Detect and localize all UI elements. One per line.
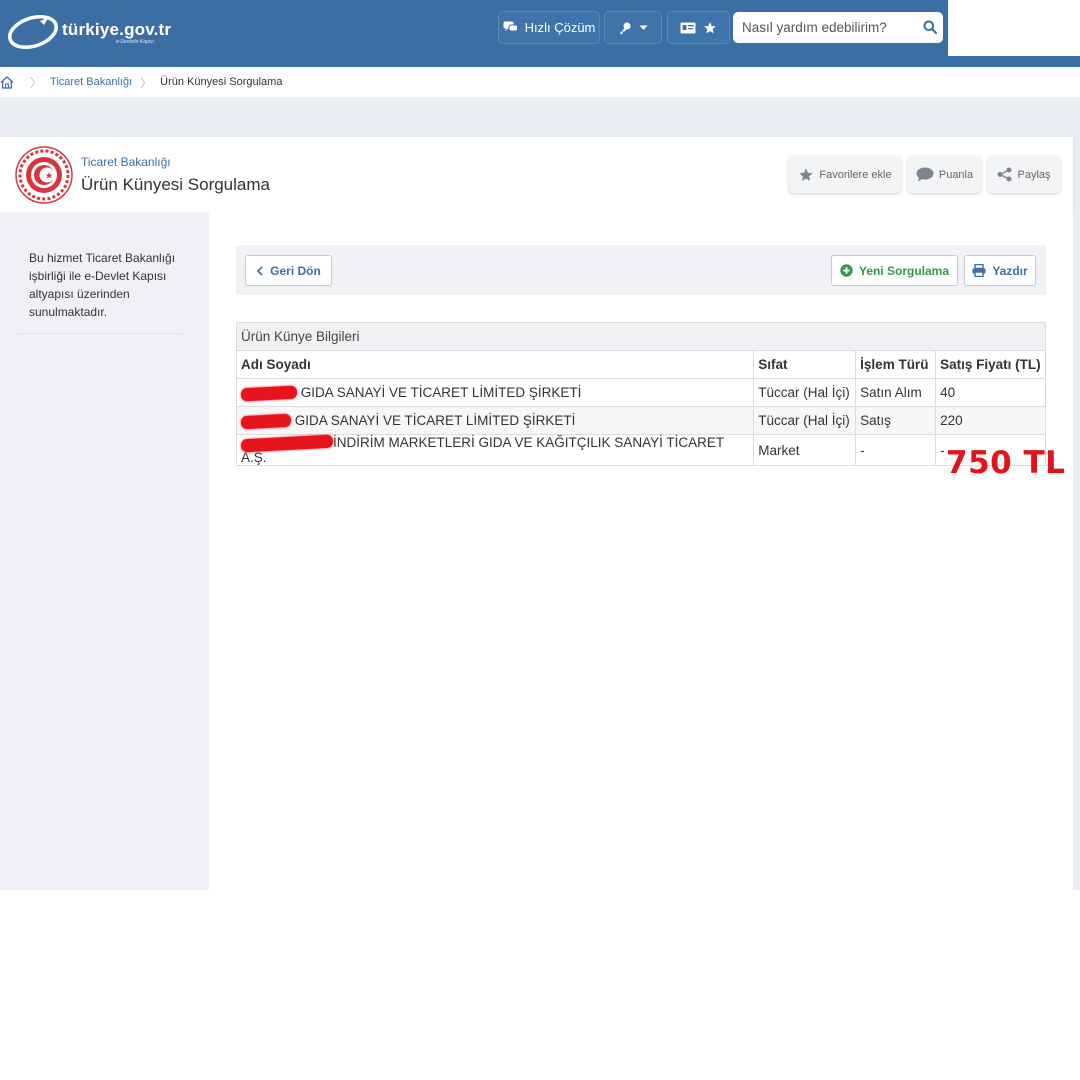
table-row: GIDA SANAYİ VE TİCARET LİMİTED ŞİRKETİ T… — [235, 378, 1046, 407]
add-favorite-button[interactable]: Favorilere ekle — [789, 156, 901, 193]
id-card-icon — [680, 22, 696, 33]
ministry-seal-logo — [15, 146, 73, 204]
home-icon[interactable] — [0, 75, 14, 89]
sidebar-divider — [17, 333, 182, 334]
search-input[interactable] — [742, 20, 912, 35]
print-button[interactable]: Yazdır — [964, 255, 1036, 286]
transaction-cell: Satış — [855, 406, 937, 435]
role-cell: Tüccar (Hal İçi) — [753, 378, 857, 407]
breadcrumb-current: Ürün Künyesi Sorgulama — [160, 76, 283, 88]
header-blank-area — [948, 0, 1080, 56]
main-content — [209, 212, 1073, 890]
service-info-text: Bu hizmet Ticaret Bakanlığı işbirliği il… — [29, 251, 176, 319]
new-query-label: Yeni Sorgulama — [858, 263, 950, 278]
chat-bubbles-icon — [503, 21, 518, 32]
role-cell: Tüccar (Hal İçi) — [753, 406, 857, 435]
company-name: GIDA SANAYİ VE TİCARET LİMİTED ŞİRKETİ — [294, 413, 576, 428]
plus-circle-icon — [840, 264, 853, 277]
breadcrumb-separator-icon: 〉 — [30, 75, 43, 90]
share-label: Paylaş — [1017, 168, 1051, 181]
company-name: GIDA SANAYİ VE TİCARET LİMİTED ŞİRKETİ — [300, 385, 582, 400]
print-label: Yazdır — [992, 263, 1028, 278]
key-icon — [620, 22, 631, 34]
rate-label: Puanla — [938, 168, 974, 181]
share-button[interactable]: Paylaş — [988, 156, 1060, 193]
search-icon[interactable] — [923, 20, 937, 34]
table-row: İNDİRİM MARKETLERİ GIDA VE KAĞITÇILIK SA… — [235, 434, 1046, 466]
add-favorite-label: Favorilere ekle — [819, 168, 892, 181]
quick-solution-label: Hızlı Çözüm — [524, 20, 596, 35]
quick-solution-button[interactable]: Hızlı Çözüm — [498, 11, 600, 44]
column-header: Sıfat — [753, 350, 857, 379]
name-cell: GIDA SANAYİ VE TİCARET LİMİTED ŞİRKETİ — [235, 406, 755, 435]
product-tag-table: Ürün Künye Bilgileri Adı Soyadı Sıfat İş… — [235, 322, 1046, 466]
new-query-button[interactable]: Yeni Sorgulama — [831, 255, 958, 286]
price-cell: 220 — [935, 406, 1046, 435]
login-dropdown-button[interactable] — [604, 11, 662, 44]
name-cell: GIDA SANAYİ VE TİCARET LİMİTED ŞİRKETİ — [235, 378, 755, 407]
rate-button[interactable]: Puanla — [908, 156, 981, 193]
chevron-left-icon — [257, 265, 263, 276]
role-cell: Market — [753, 434, 857, 466]
header-strip — [948, 56, 1080, 67]
back-label: Geri Dön — [270, 263, 321, 278]
logo-swoosh-icon — [8, 15, 58, 49]
account-favorites-button[interactable] — [667, 11, 730, 44]
price-annotation: 750 TL — [946, 445, 1066, 481]
redaction-mark — [240, 385, 298, 402]
column-header: Satış Fiyatı (TL) — [935, 350, 1046, 379]
logo-text: türkiye.gov.tr — [62, 20, 172, 39]
table-header-row: Adı Soyadı Sıfat İşlem Türü Satış Fiyatı… — [235, 350, 1046, 379]
transaction-cell: Satın Alım — [855, 378, 937, 407]
turkiye-gov-logo[interactable]: türkiye.gov.tr e-Devletin Kapısı — [6, 9, 191, 53]
redaction-mark — [240, 413, 292, 430]
star-icon — [704, 21, 716, 33]
speech-bubble-icon — [916, 167, 934, 182]
table-row: GIDA SANAYİ VE TİCARET LİMİTED ŞİRKETİ T… — [235, 406, 1046, 435]
page-title-card: Ticaret Bakanlığı Ürün Künyesi Sorgulama… — [0, 137, 1073, 212]
star-icon — [799, 167, 814, 181]
logo-tagline: e-Devletin Kapısı — [116, 39, 155, 45]
column-header: İşlem Türü — [855, 350, 937, 379]
back-button[interactable]: Geri Dön — [245, 255, 332, 286]
department-name[interactable]: Ticaret Bakanlığı — [81, 155, 171, 169]
breadcrumb: 〉 Ticaret Bakanlığı 〉 Ürün Künyesi Sorgu… — [0, 67, 1073, 97]
column-header: Adı Soyadı — [235, 350, 755, 379]
price-cell: 40 — [935, 378, 1046, 407]
table-caption: Ürün Künye Bilgileri — [236, 322, 1046, 351]
page-title: Ürün Künyesi Sorgulama — [81, 175, 270, 194]
share-icon — [997, 167, 1012, 182]
breadcrumb-separator-icon: 〉 — [140, 75, 153, 90]
transaction-cell: - — [855, 434, 937, 466]
redaction-mark — [240, 434, 334, 453]
search-box[interactable] — [733, 12, 943, 43]
chevron-down-icon — [639, 25, 648, 30]
breadcrumb-link-ministry[interactable]: Ticaret Bakanlığı — [50, 76, 132, 88]
table-caption-row: Ürün Künye Bilgileri — [236, 322, 1046, 351]
name-cell: İNDİRİM MARKETLERİ GIDA VE KAĞITÇILIK SA… — [235, 434, 755, 466]
printer-icon — [972, 264, 986, 277]
sidebar: Bu hizmet Ticaret Bakanlığı işbirliği il… — [0, 212, 209, 890]
